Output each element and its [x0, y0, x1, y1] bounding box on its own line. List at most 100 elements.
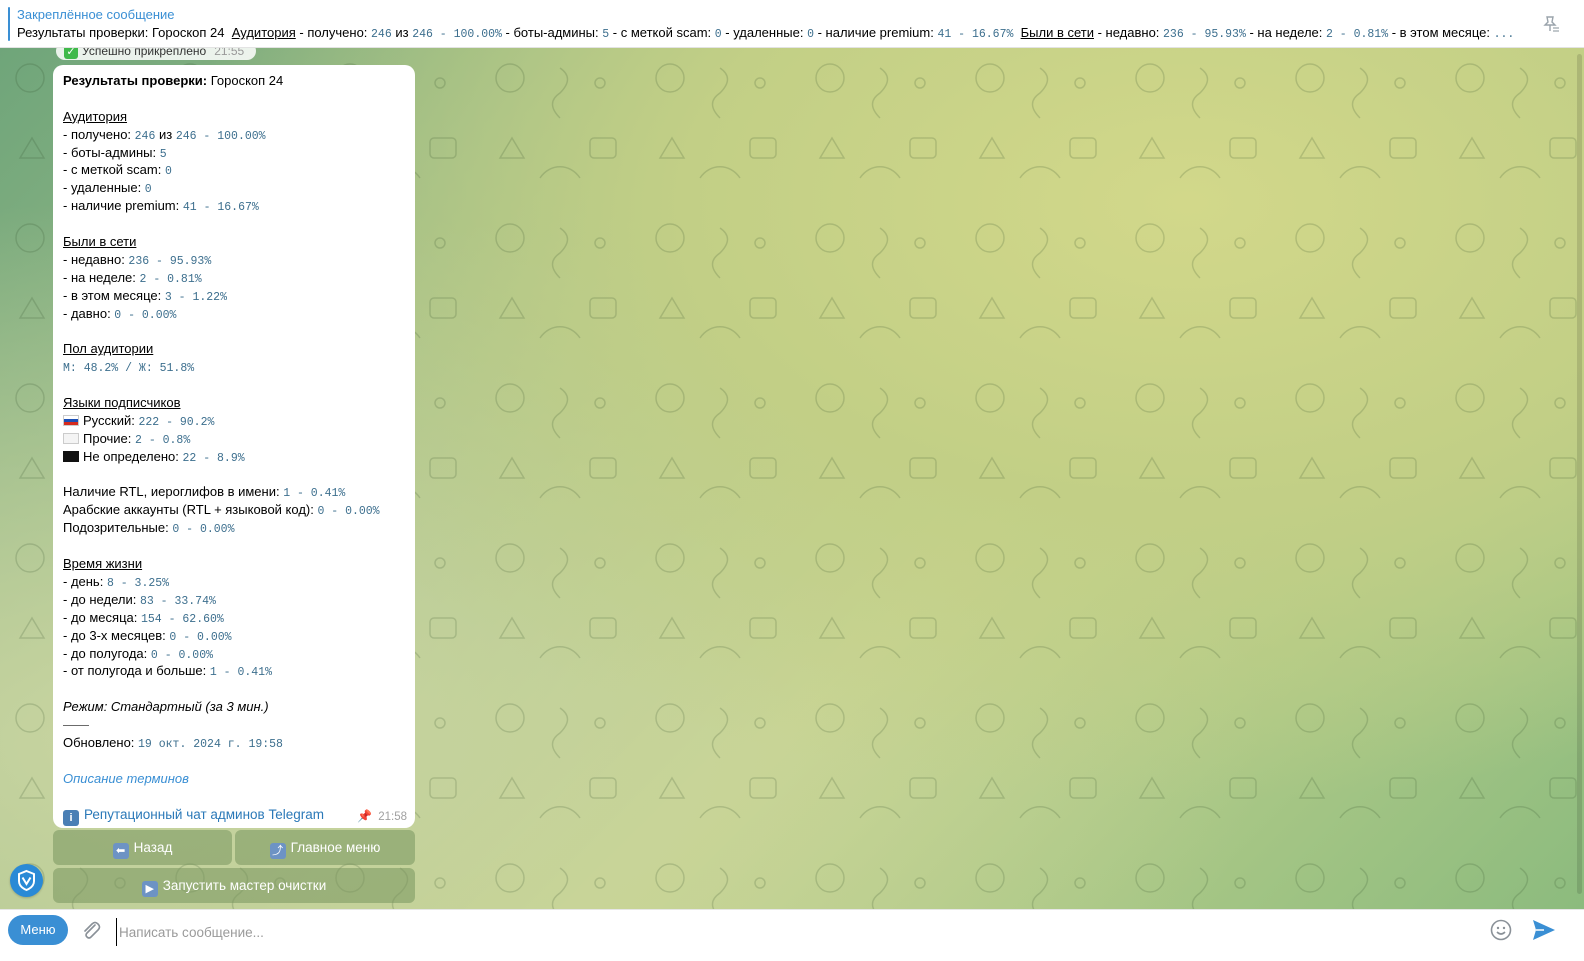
stat-deleted: - удаленные: 0 — [63, 179, 405, 197]
pinned-preview-text: - недавно: — [1094, 25, 1164, 40]
pinned-preview-audience: Аудитория — [231, 25, 296, 40]
stat-life-day: - день: 8 - 3.25% — [63, 573, 405, 591]
stat-label: Наличие RTL, иероглифов в имени: — [63, 484, 284, 500]
stat-week: - на неделе: 2 - 0.81% — [63, 269, 405, 287]
stat-label: - наличие premium: — [63, 198, 183, 214]
message-time: 📌 21:58 — [357, 809, 407, 823]
stat-value: 3 - 1.22% — [164, 290, 227, 304]
pinned-preview-value: 2 - 0.81% — [1325, 28, 1389, 41]
stat-scam: - с меткой scam: 0 — [63, 161, 405, 179]
stat-value: 0 - 0.00% — [169, 630, 232, 644]
stat-label: - в этом месяце: — [63, 287, 165, 303]
pinned-preview-value: 236 - 95.93% — [1163, 28, 1246, 41]
stat-value: 0 - 0.00% — [150, 648, 214, 662]
stat-value: 246 - 100.00% — [175, 129, 266, 143]
message-input-bar: Меню — [0, 909, 1584, 961]
black-flag-icon — [63, 450, 79, 462]
pinned-preview-text: - боты-админы: — [501, 25, 603, 40]
section-title-lifetime: Время жизни — [63, 556, 143, 572]
stat-month: - в этом месяце: 3 - 1.22% — [63, 287, 405, 305]
pinned-preview-online: Были в сети — [1020, 25, 1094, 40]
back-button[interactable]: ⬅ Назад — [53, 830, 232, 865]
gender-value: М: 48.2% / Ж: 51.8% — [63, 362, 195, 376]
pinned-preview-ellipsis: ... — [1493, 28, 1515, 41]
message-bubble[interactable]: Результаты проверки: Гороскоп 24 Аудитор… — [53, 65, 415, 828]
stat-label: - удаленные: — [63, 180, 145, 196]
stat-value: 0 - 0.00% — [172, 523, 235, 537]
pinned-preview-text: - на неделе: — [1245, 25, 1326, 40]
mode-text: Режим: Стандартный (за 3 мин.) — [63, 699, 269, 715]
section-title-languages: Языки подписчиков — [63, 395, 181, 411]
pinned-preview-prefix: Результаты проверки: Гороскоп 24 — [17, 25, 225, 40]
chat-area[interactable]: ✓ Успешно прикреплено 21:55 Результаты про… — [0, 48, 1584, 909]
stat-suspicious: Подозрительные: 0 - 0.00% — [63, 519, 405, 537]
pinned-preview: Результаты проверки: Гороскоп 24 Аудитор… — [17, 25, 1527, 41]
stat-value: 41 - 16.67% — [182, 201, 259, 215]
stat-value: 83 - 33.74% — [139, 594, 216, 608]
section-title-online: Были в сети — [63, 234, 137, 250]
bot-menu-button[interactable]: Меню — [8, 915, 68, 945]
stat-value: 154 - 62.60% — [140, 612, 224, 626]
stat-label: - давно: — [63, 305, 115, 321]
pinned-preview-text: - наличие premium: — [813, 25, 938, 40]
lang-other: Прочие: 2 - 0.8% — [63, 430, 405, 448]
stat-value: 236 - 95.93% — [128, 254, 212, 268]
cleanup-button-label: Запустить мастер очистки — [162, 878, 327, 893]
updated-line: Обновлено: 19 окт. 2024 г. 19:58 — [63, 734, 405, 752]
stat-value: 0 - 0.00% — [317, 505, 380, 519]
back-button-label: Назад — [133, 840, 173, 855]
stat-rtl: Наличие RTL, иероглифов в имени: 1 - 0.4… — [63, 483, 405, 501]
message-input[interactable] — [116, 918, 1481, 946]
bot-avatar[interactable] — [10, 864, 43, 897]
stat-life-week: - до недели: 83 - 33.74% — [63, 591, 405, 609]
pin-list-icon[interactable] — [1540, 14, 1560, 34]
pinned-preview-text: - в этом месяце: — [1388, 25, 1494, 40]
separator: —— — [63, 717, 89, 733]
stat-value: 5 — [159, 147, 167, 161]
pinned-preview-value: 0 — [714, 28, 722, 41]
stat-life-halfyear: - до полугода: 0 - 0.00% — [63, 645, 405, 663]
pinned-preview-text: - получено: — [295, 25, 372, 40]
paperclip-icon[interactable] — [80, 919, 102, 943]
stat-value: 0 — [164, 165, 172, 179]
send-icon[interactable] — [1530, 916, 1558, 944]
play-icon: ▶ — [141, 881, 158, 897]
stat-long: - давно: 0 - 0.00% — [63, 305, 405, 323]
service-text: Успешно прикреплено — [82, 48, 207, 58]
pinned-message-bar[interactable]: Закреплённое сообщение Результаты провер… — [0, 0, 1584, 48]
stat-value: 2 - 0.8% — [135, 433, 191, 447]
stat-value: 246 — [134, 129, 156, 143]
message-header: Результаты проверки: Гороскоп 24 — [63, 72, 405, 90]
terms-link[interactable]: Описание терминов — [63, 771, 189, 786]
pinned-title: Закреплённое сообщение — [17, 7, 175, 22]
russia-flag-icon — [63, 414, 79, 426]
stat-label: - боты-админы: — [63, 144, 160, 160]
stat-label: Русский: — [83, 412, 139, 428]
service-message: ✓ Успешно прикреплено 21:55 — [56, 48, 257, 60]
shield-icon — [18, 869, 35, 892]
stat-label: из — [155, 126, 176, 142]
back-arrow-icon: ⬅ — [112, 843, 129, 859]
pinned-preview-value: 0 — [807, 28, 814, 41]
pinned-preview-value: 41 - 16.67% — [937, 28, 1014, 41]
pinned-preview-value: 246 - 100.00% — [412, 28, 502, 41]
pinned-icon: 📌 — [357, 809, 373, 823]
reputation-chat-link[interactable]: Репутационный чат админов Telegram — [84, 807, 324, 822]
main-menu-button[interactable]: ⤴ Главное меню — [235, 830, 415, 865]
stat-recent: - недавно: 236 - 95.93% — [63, 251, 405, 269]
stat-label: Не определено: — [83, 448, 183, 464]
cleanup-wizard-button[interactable]: ▶ Запустить мастер очистки — [53, 868, 415, 903]
stat-label: Прочие: — [83, 430, 136, 446]
emoji-icon[interactable] — [1489, 918, 1513, 942]
stat-life-month: - до месяца: 154 - 62.60% — [63, 609, 405, 627]
stat-value: 0 — [144, 183, 152, 197]
stat-label: - до 3-х месяцев: — [63, 627, 170, 643]
return-arrow-icon: ⤴ — [269, 843, 286, 859]
pinned-preview-text: - удаленные: — [721, 25, 808, 40]
lang-undefined: Не определено: 22 - 8.9% — [63, 448, 405, 466]
stat-label: - до месяца: — [63, 609, 141, 625]
section-title-gender: Пол аудитории — [63, 341, 154, 357]
stat-value: 0 - 0.00% — [114, 308, 177, 322]
stat-label: - с меткой scam: — [63, 162, 165, 178]
chat-scrollbar[interactable] — [1577, 54, 1582, 894]
